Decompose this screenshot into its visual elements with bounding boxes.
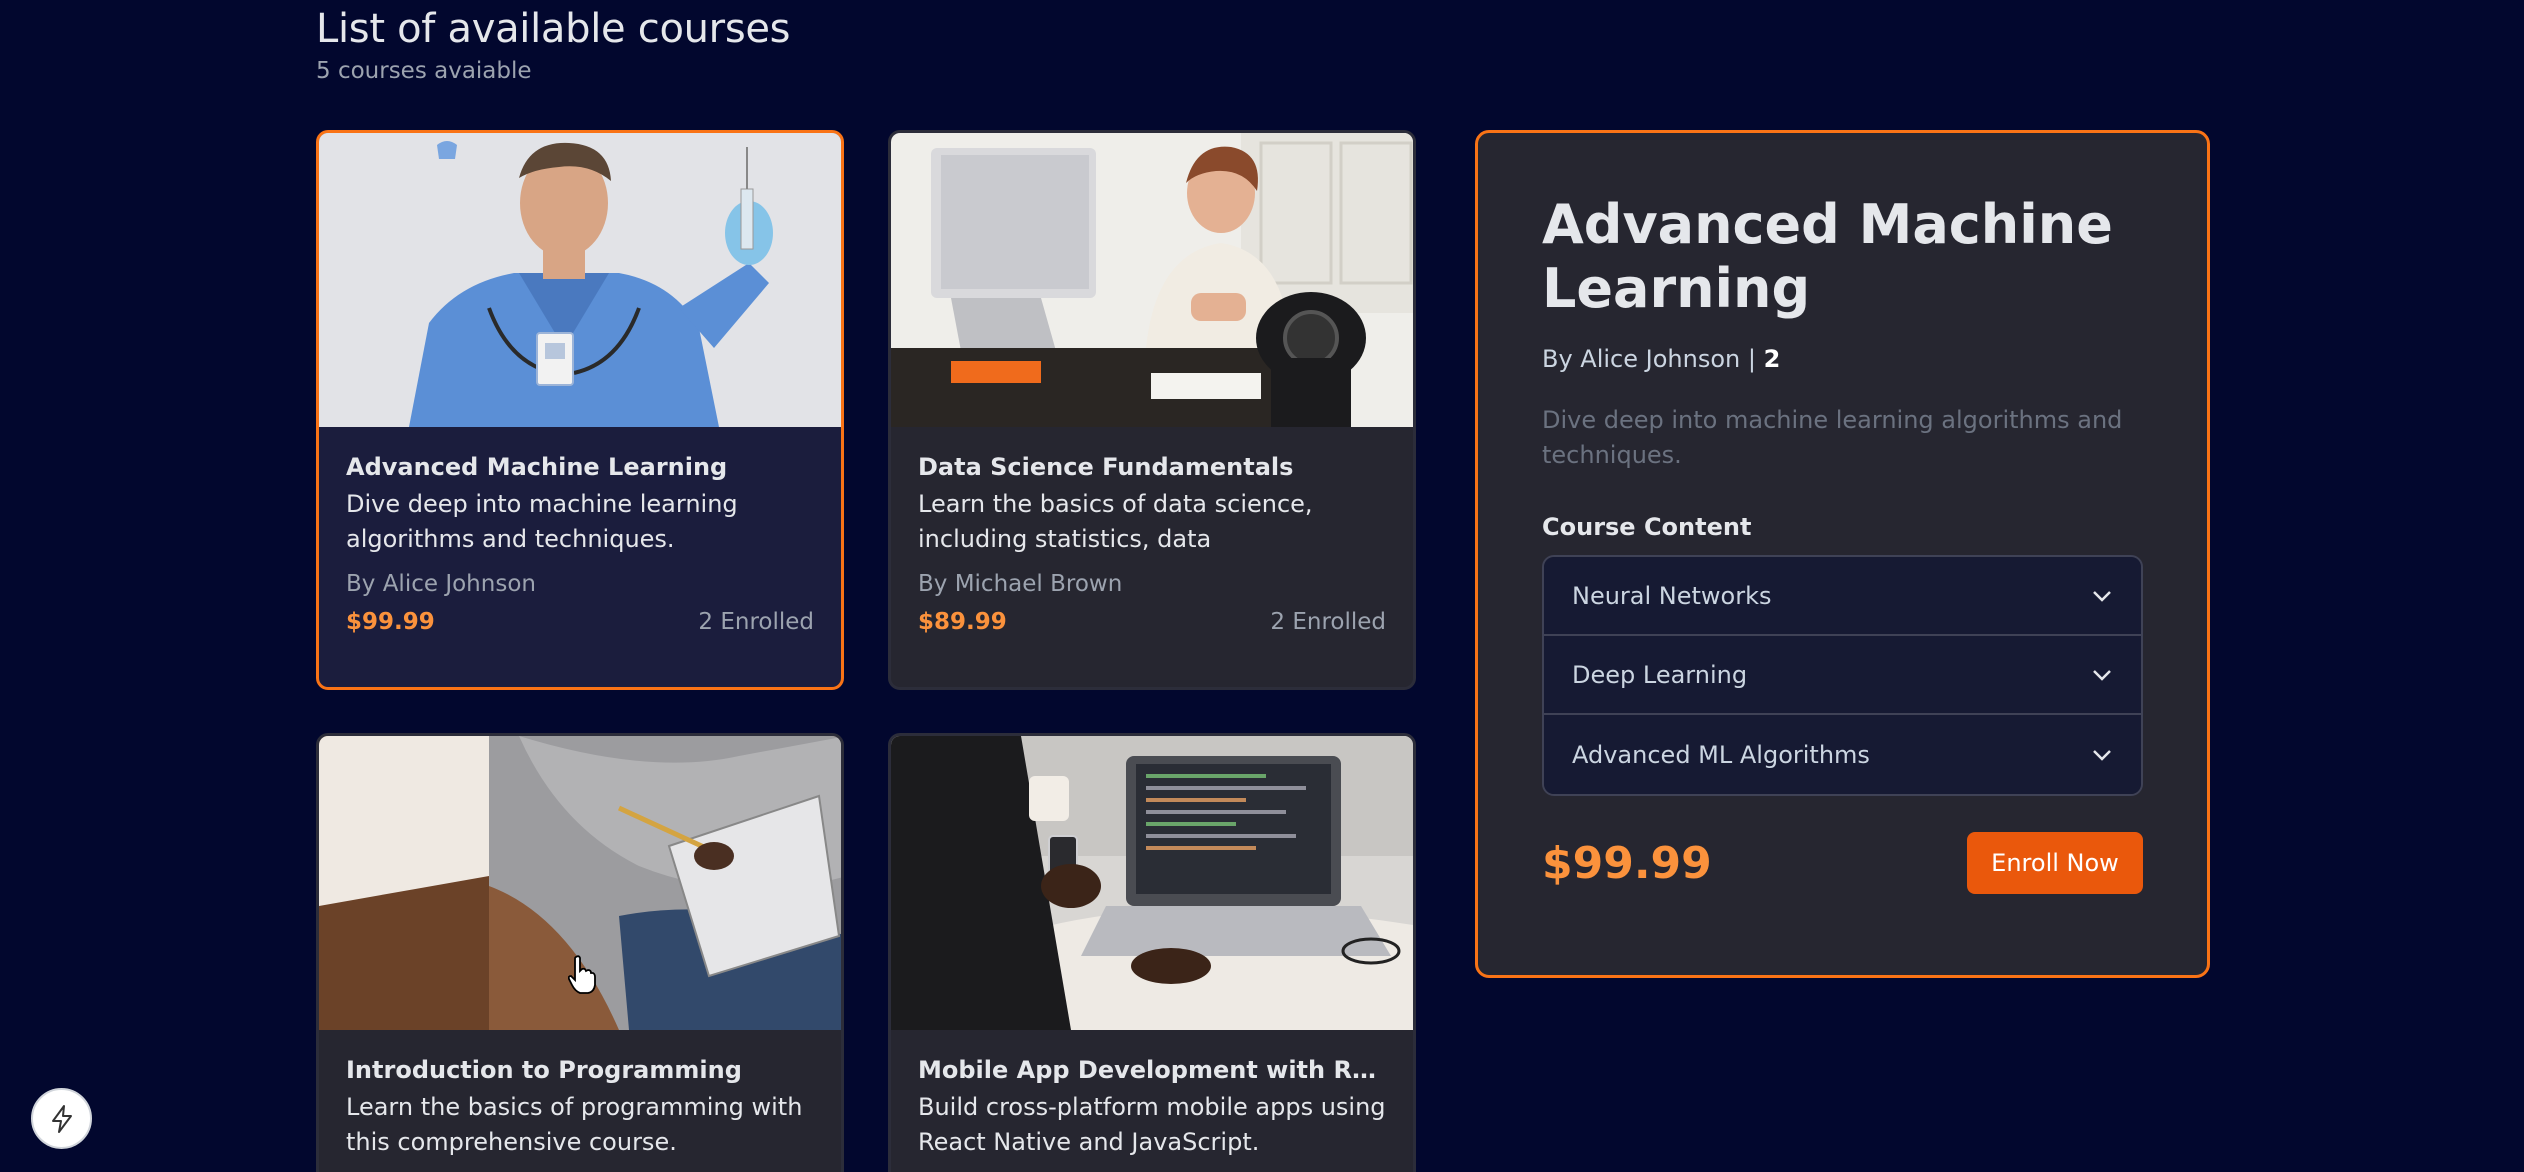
course-count: 5 courses avaiable bbox=[316, 58, 532, 84]
detail-title: Advanced Machine Learning bbox=[1542, 193, 2113, 320]
course-price: $89.99 bbox=[918, 609, 1007, 635]
chevron-down-icon bbox=[2091, 585, 2113, 607]
course-price: $99.99 bbox=[346, 609, 435, 635]
course-content-accordion: Neural Networks Deep Learning Advanced M… bbox=[1542, 555, 2143, 796]
detail-author-text: By Alice Johnson | bbox=[1542, 345, 1764, 373]
course-description: Build cross-platform mobile apps using R… bbox=[918, 1093, 1386, 1156]
course-card-intro-programming[interactable]: Introduction to Programming Learn the ba… bbox=[316, 733, 844, 1172]
course-card-mobile-app[interactable]: Mobile App Development with React... Bui… bbox=[888, 733, 1416, 1172]
detail-author: By Alice Johnson | 2 bbox=[1542, 345, 2143, 373]
course-enrolled: 2 Enrolled bbox=[698, 609, 814, 635]
hand-pointer-cursor bbox=[567, 955, 596, 999]
enroll-now-button[interactable]: Enroll Now bbox=[1967, 832, 2143, 894]
detail-price: $99.99 bbox=[1542, 837, 1712, 889]
module-label: Advanced ML Algorithms bbox=[1572, 740, 1870, 769]
module-label: Deep Learning bbox=[1572, 660, 1748, 689]
course-content-label: Course Content bbox=[1542, 513, 1752, 541]
course-title: Mobile App Development with React... bbox=[918, 1056, 1386, 1084]
course-title: Introduction to Programming bbox=[346, 1056, 742, 1084]
course-enrolled: 2 Enrolled bbox=[1270, 609, 1386, 635]
module-deep-learning[interactable]: Deep Learning bbox=[1544, 636, 2141, 715]
course-card-advanced-ml[interactable]: Advanced Machine Learning Dive deep into… bbox=[316, 130, 844, 690]
course-image-laptop bbox=[891, 736, 1413, 1030]
chevron-down-icon bbox=[2091, 664, 2113, 686]
course-description: Dive deep into machine learning algorith… bbox=[346, 490, 738, 553]
lightning-bolt-icon[interactable] bbox=[31, 1088, 92, 1149]
page: List of available courses 5 courses avai… bbox=[0, 0, 2524, 1172]
page-heading: List of available courses 5 courses avai… bbox=[316, 6, 791, 84]
course-detail-panel: Advanced Machine Learning By Alice Johns… bbox=[1475, 130, 2210, 978]
course-image-doctor bbox=[319, 133, 841, 427]
course-title: Data Science Fundamentals bbox=[918, 453, 1294, 481]
course-image-desk bbox=[891, 133, 1413, 427]
course-description: Learn the basics of programming with thi… bbox=[346, 1093, 803, 1156]
course-author: By Alice Johnson bbox=[346, 571, 536, 597]
module-label: Neural Networks bbox=[1572, 581, 1772, 610]
course-card-data-science[interactable]: Data Science Fundamentals Learn the basi… bbox=[888, 130, 1416, 690]
module-advanced-ml-algorithms[interactable]: Advanced ML Algorithms bbox=[1544, 715, 2141, 794]
chevron-down-icon bbox=[2091, 744, 2113, 766]
course-author: By Michael Brown bbox=[918, 571, 1123, 597]
course-title: Advanced Machine Learning bbox=[346, 453, 728, 481]
course-description: Learn the basics of data science, includ… bbox=[918, 490, 1313, 553]
page-title: List of available courses bbox=[316, 6, 791, 52]
detail-count: 2 bbox=[1763, 345, 1781, 373]
detail-description: Dive deep into machine learning algorith… bbox=[1542, 406, 2123, 469]
module-neural-networks[interactable]: Neural Networks bbox=[1544, 557, 2141, 636]
